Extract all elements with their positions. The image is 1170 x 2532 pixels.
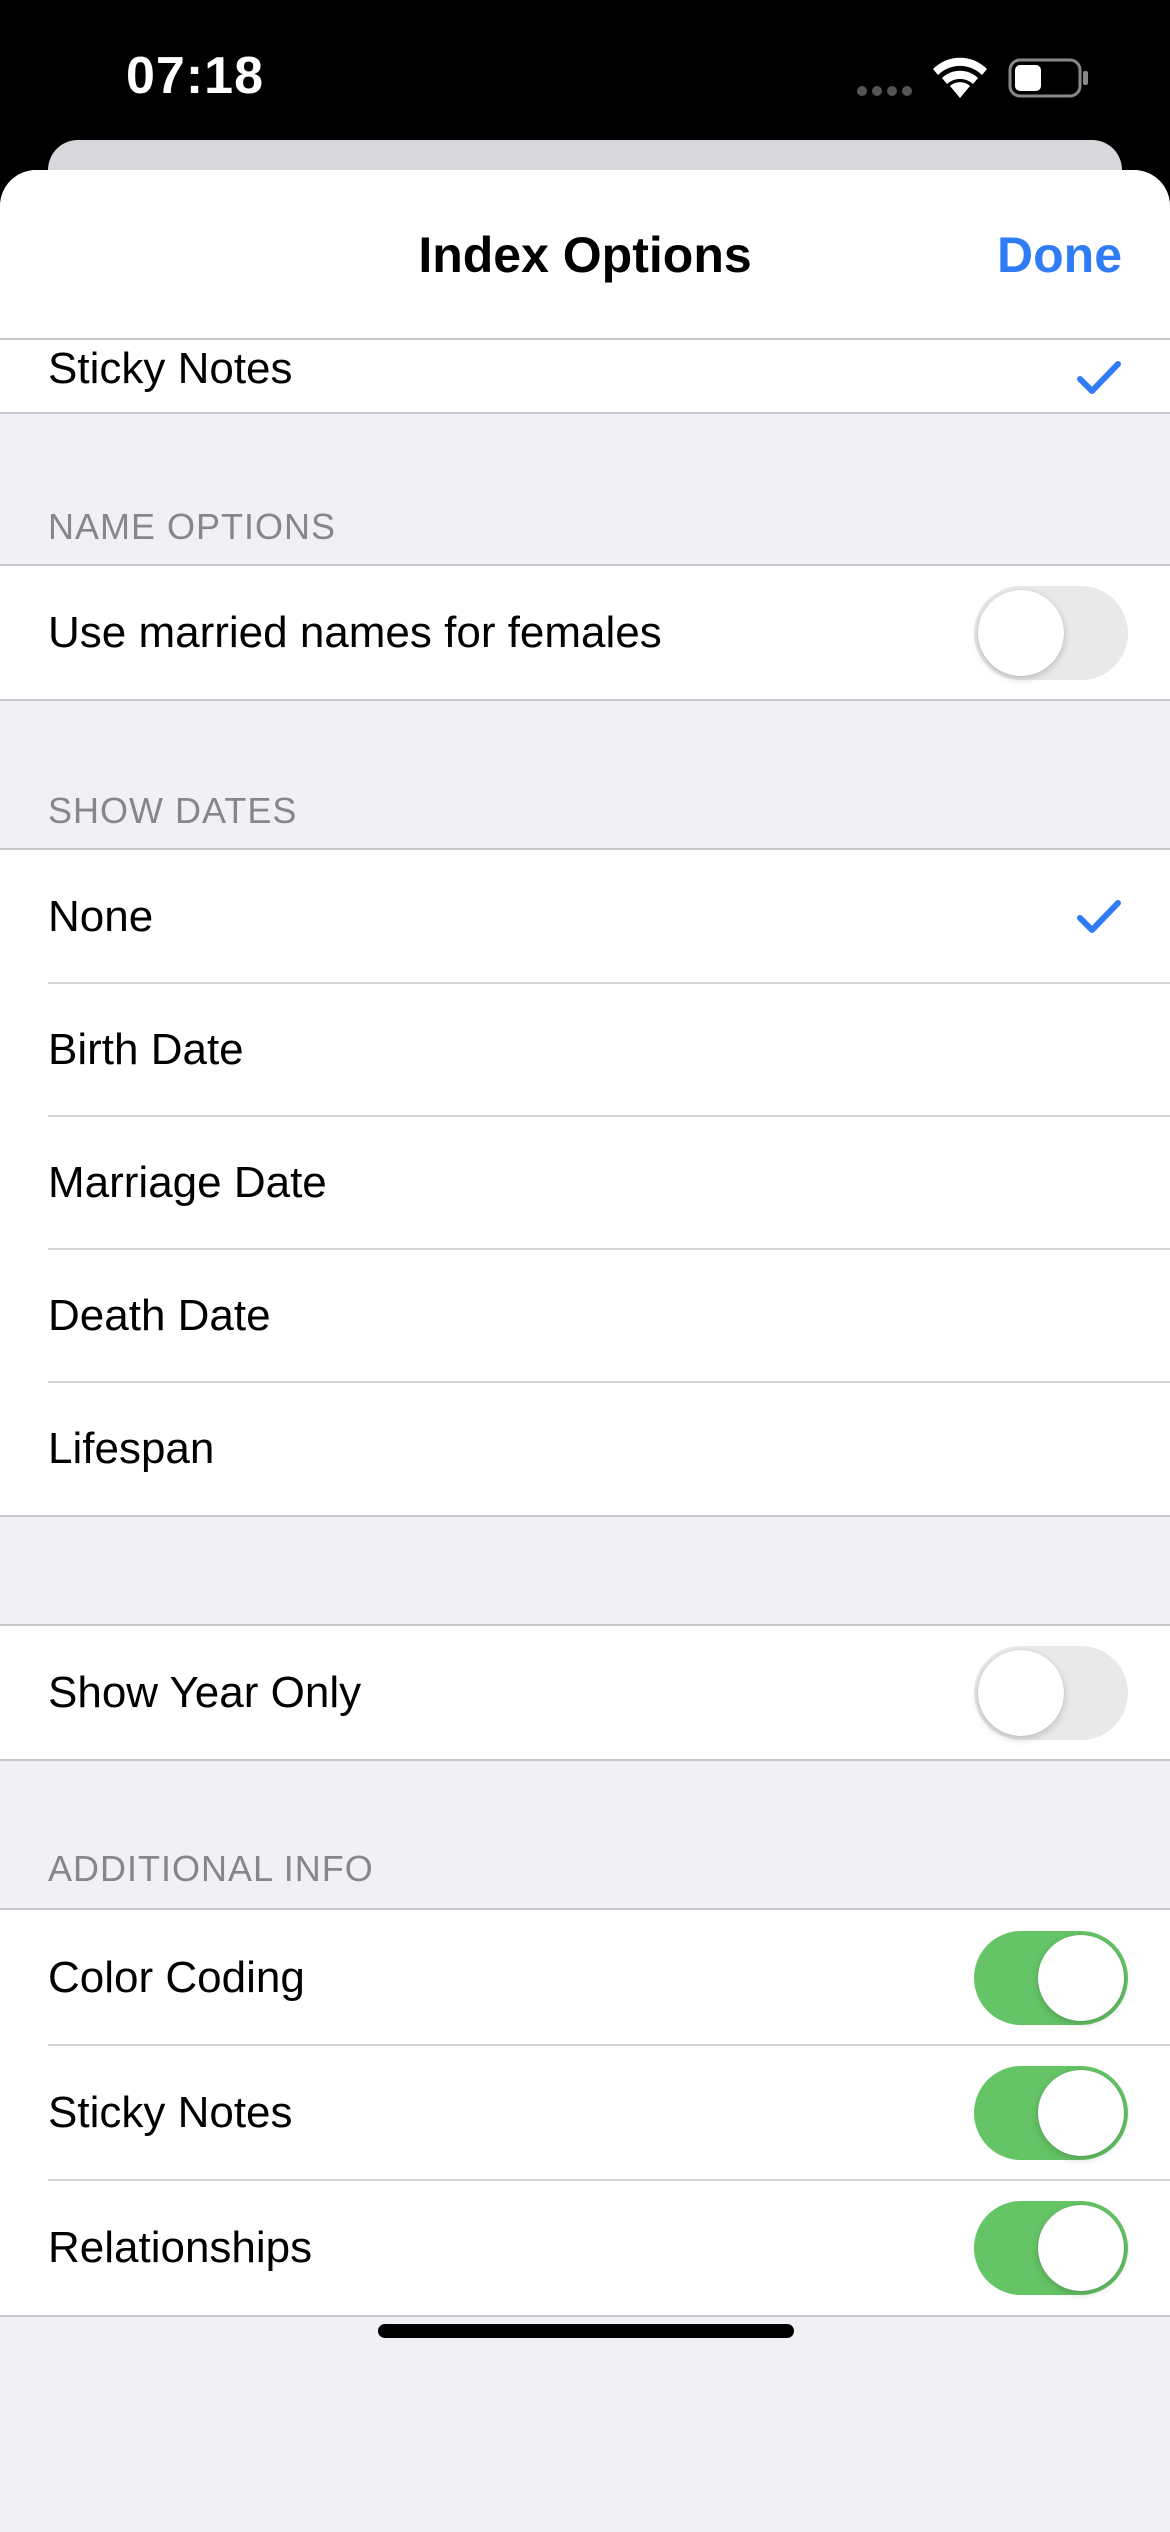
toggle-knob xyxy=(1038,2204,1124,2291)
toggle-knob xyxy=(978,1649,1064,1736)
toggle-knob xyxy=(1038,1934,1124,2021)
sticky-notes-row: Sticky Notes xyxy=(0,2044,1170,2180)
color-coding-toggle[interactable] xyxy=(974,1930,1128,2025)
show-dates-group: None Birth Date Marriage Date Death Date… xyxy=(0,848,1170,1517)
row-label: Use married names for females xyxy=(48,607,662,657)
navigation-bar: Index Options Done xyxy=(0,170,1170,340)
additional-info-group: Color Coding Sticky Notes Relationships xyxy=(0,1908,1170,2317)
row-label: Sticky Notes xyxy=(48,2087,293,2137)
sticky-notes-toggle[interactable] xyxy=(974,2065,1128,2160)
color-coding-row: Color Coding xyxy=(0,1910,1170,2045)
row-label: None xyxy=(48,891,154,941)
list-item-death-date[interactable]: Death Date xyxy=(0,1248,1170,1382)
checkmark-icon xyxy=(1077,899,1121,933)
row-label: Marriage Date xyxy=(48,1157,327,1207)
status-bar: 07:18 xyxy=(0,0,1170,150)
checkmark-icon xyxy=(1077,361,1121,394)
done-button[interactable]: Done xyxy=(997,226,1122,284)
cellular-signal-icon xyxy=(857,86,912,96)
list-item-lifespan[interactable]: Lifespan xyxy=(0,1381,1170,1515)
row-label: Death Date xyxy=(48,1290,271,1340)
year-only-group: Show Year Only xyxy=(0,1624,1170,1761)
list-item-marriage-date[interactable]: Marriage Date xyxy=(0,1115,1170,1249)
row-label: Color Coding xyxy=(48,1952,305,2002)
row-label: Relationships xyxy=(48,2222,313,2272)
married-names-toggle[interactable] xyxy=(974,585,1128,680)
page-title: Index Options xyxy=(418,227,752,283)
relationships-row: Relationships xyxy=(0,2179,1170,2315)
married-names-row: Use married names for females xyxy=(0,566,1170,699)
wifi-icon xyxy=(933,57,987,98)
show-year-only-row: Show Year Only xyxy=(0,1626,1170,1759)
list-item-none[interactable]: None xyxy=(0,850,1170,983)
name-options-group: Use married names for females xyxy=(0,564,1170,701)
row-label: Lifespan xyxy=(48,1423,215,1473)
section-header-show-dates: SHOW DATES xyxy=(48,790,298,831)
relationships-toggle[interactable] xyxy=(974,2200,1128,2295)
show-year-only-toggle[interactable] xyxy=(974,1645,1128,1740)
home-indicator[interactable] xyxy=(378,2324,794,2338)
toggle-knob xyxy=(1038,2069,1124,2156)
row-label: Show Year Only xyxy=(48,1667,362,1717)
index-options-sheet: Index Options Done Sticky Notes NAME OPT… xyxy=(0,170,1170,2532)
battery-icon xyxy=(1008,58,1088,98)
section-header-name-options: NAME OPTIONS xyxy=(48,506,337,547)
list-item-birth-date[interactable]: Birth Date xyxy=(0,982,1170,1116)
section-header-additional-info: ADDITIONAL INFO xyxy=(48,1848,374,1889)
row-label: Sticky Notes xyxy=(48,344,293,393)
toggle-knob xyxy=(978,589,1064,676)
row-label: Birth Date xyxy=(48,1024,244,1074)
status-time: 07:18 xyxy=(126,47,264,105)
